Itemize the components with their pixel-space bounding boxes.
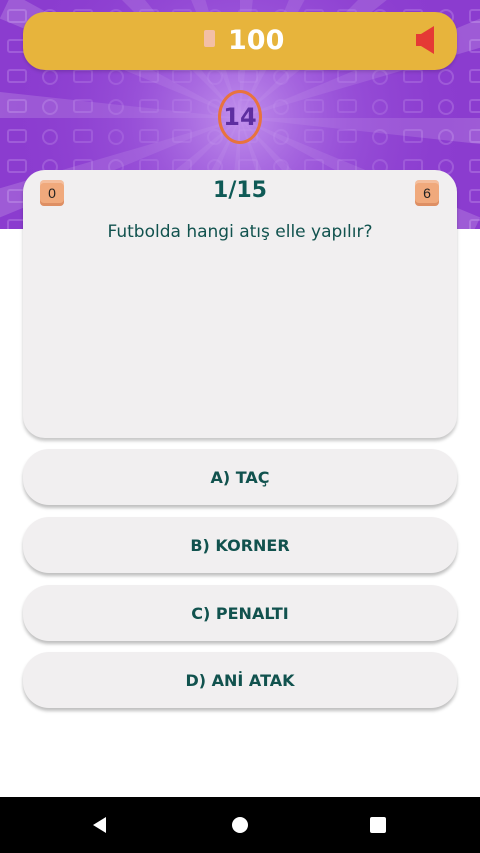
back-icon[interactable] — [86, 811, 114, 839]
speaker-icon[interactable] — [416, 25, 436, 60]
left-coin-badge[interactable]: 0 — [40, 180, 64, 206]
right-coin-badge[interactable]: 6 — [415, 180, 439, 206]
answer-c-button[interactable]: C) PENALTI — [23, 585, 457, 641]
coin-count: 100 — [228, 25, 285, 56]
question-counter: 1/15 — [213, 178, 267, 203]
answer-a-button[interactable]: A) TAÇ — [23, 449, 457, 505]
timer-value: 14 — [223, 103, 257, 131]
answer-b-button[interactable]: B) KORNER — [23, 517, 457, 573]
coin-icon — [204, 30, 215, 47]
home-icon[interactable] — [226, 811, 254, 839]
question-text: Futbolda hangi atış elle yapılır? — [107, 222, 373, 242]
question-card — [23, 170, 457, 438]
recent-apps-icon[interactable] — [364, 811, 392, 839]
countdown-timer: 14 — [218, 90, 262, 144]
system-navigation-bar — [0, 797, 480, 853]
answer-d-button[interactable]: D) ANİ ATAK — [23, 652, 457, 708]
